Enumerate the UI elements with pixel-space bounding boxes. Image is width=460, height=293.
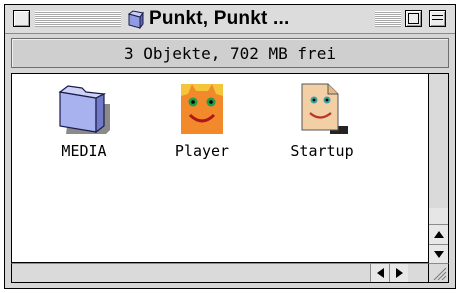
free-space-status: 3 Objekte, 702 MB frei — [124, 43, 336, 63]
scroll-down-button[interactable] — [429, 244, 448, 264]
window-title-text: Punkt, Punkt ... — [149, 8, 290, 29]
arrow-up-icon — [433, 231, 444, 238]
title-stripes-left — [35, 11, 121, 27]
arrow-down-icon — [433, 251, 444, 258]
scroll-right-button[interactable] — [389, 264, 408, 282]
scroll-up-button[interactable] — [429, 224, 448, 244]
face-app-icon — [181, 84, 223, 134]
title-bar[interactable]: Punkt, Punkt ... — [5, 5, 455, 34]
zoom-box-icon — [408, 13, 419, 24]
item-media[interactable]: MEDIA — [44, 82, 124, 160]
resize-grip-icon — [433, 267, 447, 281]
collapse-box[interactable] — [429, 10, 446, 27]
window-title: Punkt, Punkt ... — [123, 8, 294, 30]
item-label: Startup — [290, 142, 354, 160]
horizontal-scrollbar[interactable] — [11, 263, 429, 283]
arrow-left-icon — [376, 268, 384, 278]
close-box[interactable] — [13, 10, 30, 27]
resize-grow-box[interactable] — [429, 263, 449, 283]
zoom-box[interactable] — [405, 10, 422, 27]
arrow-right-icon — [395, 268, 403, 278]
title-stripes-right — [375, 11, 401, 27]
vertical-scrollbar[interactable] — [429, 73, 449, 264]
window-info-header: 3 Objekte, 702 MB frei — [11, 38, 449, 68]
item-label: Player — [174, 142, 230, 160]
item-startup[interactable]: Startup — [282, 82, 362, 160]
face-document-icon — [301, 83, 348, 134]
folder-title-icon — [127, 10, 144, 29]
finder-window: Punkt, Punkt ... 3 Objekte, 702 MB frei … — [4, 4, 456, 289]
scroll-left-button[interactable] — [370, 264, 389, 282]
collapse-line-icon — [432, 15, 443, 16]
item-label: MEDIA — [61, 142, 107, 160]
icon-view[interactable]: MEDIA Player Startup — [11, 73, 429, 263]
vertical-scroll-track[interactable] — [429, 74, 448, 208]
folder-icon — [58, 85, 110, 134]
item-player[interactable]: Player — [162, 82, 242, 160]
